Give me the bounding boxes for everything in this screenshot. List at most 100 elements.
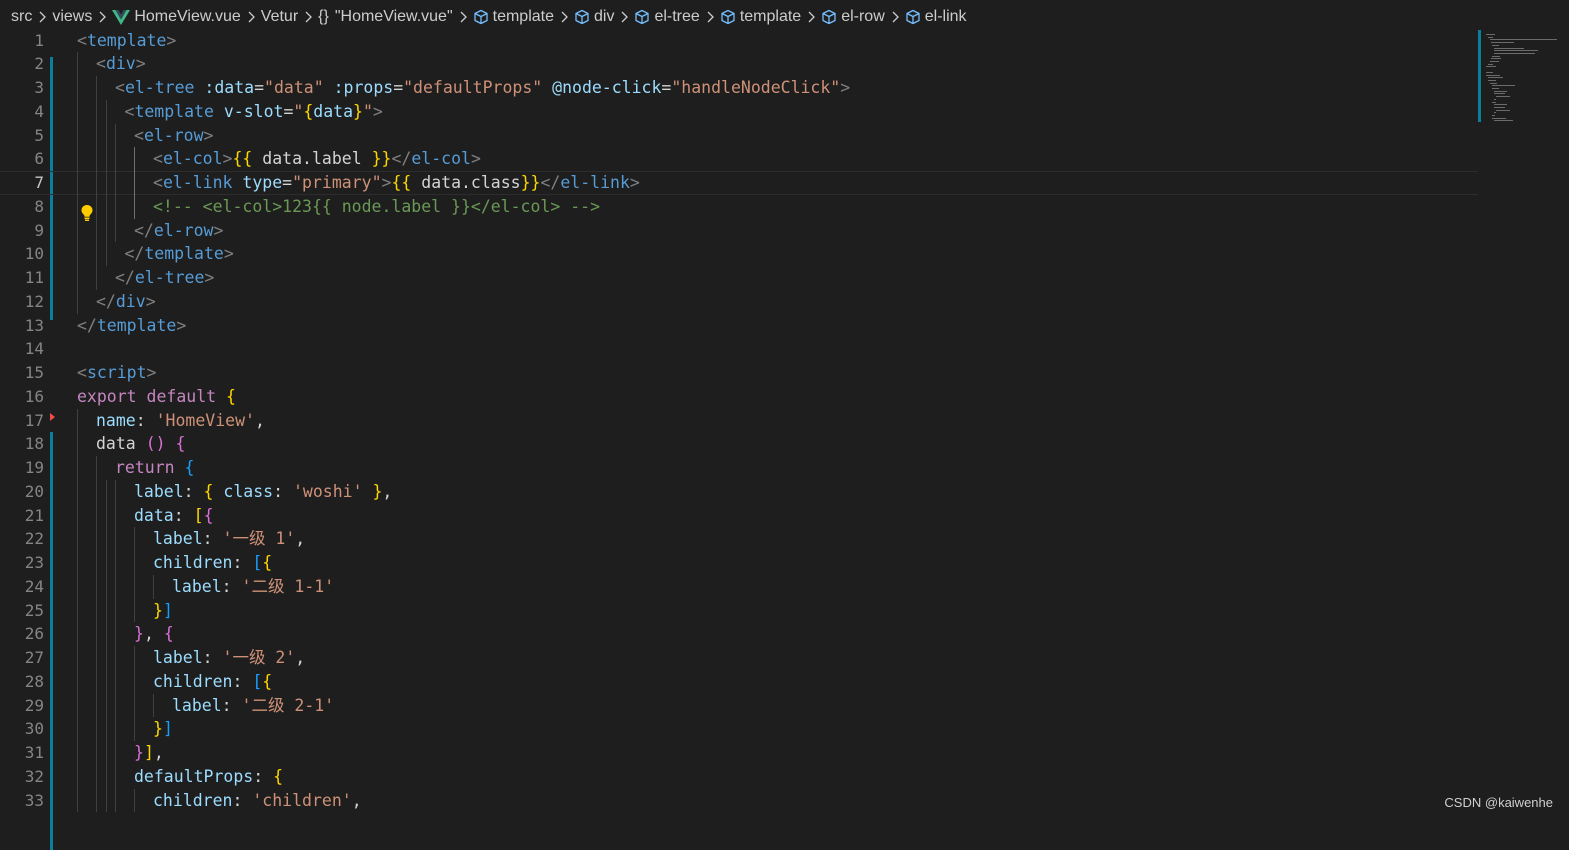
line-number[interactable]: 24 [0,575,44,599]
line-number[interactable]: 20 [0,480,44,504]
chevron-right-icon [621,11,629,23]
line-number[interactable]: 32 [0,765,44,789]
line-number[interactable]: 7 [0,171,44,195]
code-line[interactable]: 19 return { [0,456,1478,480]
code-line[interactable]: 9 </el-row> [0,218,1478,243]
code-line[interactable]: 27 label: '一级 2', [0,646,1478,670]
minimap-slider[interactable] [1478,30,1481,122]
code-text: </el-tree> [115,266,214,290]
code-token: 'woshi' [292,481,363,501]
code-token: {{ [391,173,412,192]
line-number[interactable]: 26 [0,622,44,646]
indent-guide [134,147,135,171]
line-number[interactable]: 4 [0,100,44,124]
line-number[interactable]: 6 [0,147,44,171]
code-line[interactable]: 17 name: 'HomeView', [0,408,1478,433]
breadcrumb-item[interactable]: el-row [821,8,885,26]
line-number[interactable]: 33 [0,789,44,813]
line-number[interactable]: 9 [0,219,44,243]
code-token: :data [204,78,255,97]
minimap-line [1488,77,1504,79]
code-line[interactable]: 4 <template v-slot="{data}"> [0,99,1478,124]
code-line[interactable]: 26}, { [0,622,1478,646]
code-line[interactable]: 11 </el-tree> [0,266,1478,290]
code-line[interactable]: 16 export default { [0,385,1478,409]
code-token: 'HomeView' [155,410,255,430]
code-line[interactable]: 6 <el-col>{{ data.label }}</el-col> [0,147,1478,171]
code-line[interactable]: 14 [0,337,1478,361]
code-line[interactable]: 5 <el-row> [0,123,1478,148]
breadcrumb-item[interactable]: template [473,8,554,26]
breadcrumb-item[interactable]: el-tree [634,8,700,26]
breadcrumb-item[interactable]: template [720,8,801,26]
code-token: > [145,291,156,311]
line-number[interactable]: 29 [0,694,44,718]
line-number[interactable]: 17 [0,409,44,433]
code-line[interactable]: 15 <script> [0,361,1478,385]
line-number[interactable]: 3 [0,76,44,100]
line-number[interactable]: 21 [0,504,44,528]
code-line[interactable]: 7 <el-link type="primary">{{ data.class}}… [0,171,1478,195]
code-line[interactable]: 1 <template> [0,29,1478,53]
indent-guide [77,479,78,504]
code-token: el-row [143,125,204,145]
code-line[interactable]: 32 defaultProps: { [0,764,1478,789]
indent-guide [77,717,78,741]
line-number[interactable]: 5 [0,124,44,148]
line-number[interactable]: 31 [0,741,44,765]
breadcrumb-item[interactable]: {} "HomeView.vue" [318,8,452,26]
code-line[interactable]: 20 label: { class: 'woshi' }, [0,479,1478,504]
code-line[interactable]: 24 label: '二级 1-1' [0,574,1478,599]
code-line[interactable]: 31}], [0,741,1478,765]
code-line[interactable]: 21 data: [{ [0,503,1478,528]
code-line[interactable]: 13 </template> [0,314,1478,338]
line-number[interactable]: 18 [0,432,44,456]
line-number[interactable]: 13 [0,314,44,338]
code-token: > [840,78,851,97]
line-number[interactable]: 8 [0,195,44,219]
code-token: , [153,743,164,762]
breadcrumb-item[interactable]: HomeView.vue [112,8,241,26]
breadcrumb-item[interactable]: views [52,8,92,26]
line-number[interactable]: 10 [0,242,44,266]
code-line[interactable]: 2 <div> [0,52,1478,76]
line-number[interactable]: 25 [0,599,44,623]
code-line[interactable]: 10 </template> [0,242,1478,266]
line-number[interactable]: 23 [0,551,44,575]
line-number[interactable]: 14 [0,337,44,361]
code-line[interactable]: 25}] [0,598,1478,623]
code-line[interactable]: 33 children: 'children', [0,788,1478,813]
code-line[interactable]: 12 </div> [0,289,1478,314]
code-line[interactable]: 30}] [0,717,1478,741]
code-line[interactable]: 8 <!-- <el-col>123{{ node.label }}</el-co… [0,194,1478,219]
line-number[interactable]: 2 [0,52,44,76]
line-number[interactable]: 28 [0,670,44,694]
line-number[interactable]: 11 [0,266,44,290]
code-line[interactable]: 29 label: '二级 2-1' [0,693,1478,718]
line-number[interactable]: 27 [0,646,44,670]
code-line[interactable]: 23 children: [{ [0,551,1478,575]
cube-icon [635,9,650,25]
line-number[interactable]: 12 [0,290,44,314]
breadcrumb-item[interactable]: Vetur [261,8,298,26]
breadcrumb-item[interactable]: src [11,8,32,26]
minimap[interactable] [1478,30,1568,130]
code-line[interactable]: 18 data () { [0,432,1478,456]
code-editor[interactable]: 1 <template> 2 <div> 3 <el-tree :data="data" … [0,29,1569,850]
line-number[interactable]: 16 [0,385,44,409]
breadcrumb-item[interactable]: div [574,8,614,26]
line-number[interactable]: 30 [0,717,44,741]
breadcrumb-item[interactable]: el-link [905,8,967,26]
code-token: label [153,648,203,667]
code-line[interactable]: 22 label: '一级 1', [0,527,1478,551]
code-line[interactable]: 3 <el-tree :data="data" :props="defaultPr… [0,76,1478,100]
code-token: < [153,149,163,169]
line-number[interactable]: 15 [0,361,44,385]
line-number[interactable]: 1 [0,29,44,53]
code-text: }] [153,717,173,741]
minimap-line [1494,93,1505,95]
line-number[interactable]: 19 [0,456,44,480]
line-number[interactable]: 22 [0,527,44,551]
code-line[interactable]: 28 children: [{ [0,669,1478,694]
code-token: el-col [411,149,471,169]
